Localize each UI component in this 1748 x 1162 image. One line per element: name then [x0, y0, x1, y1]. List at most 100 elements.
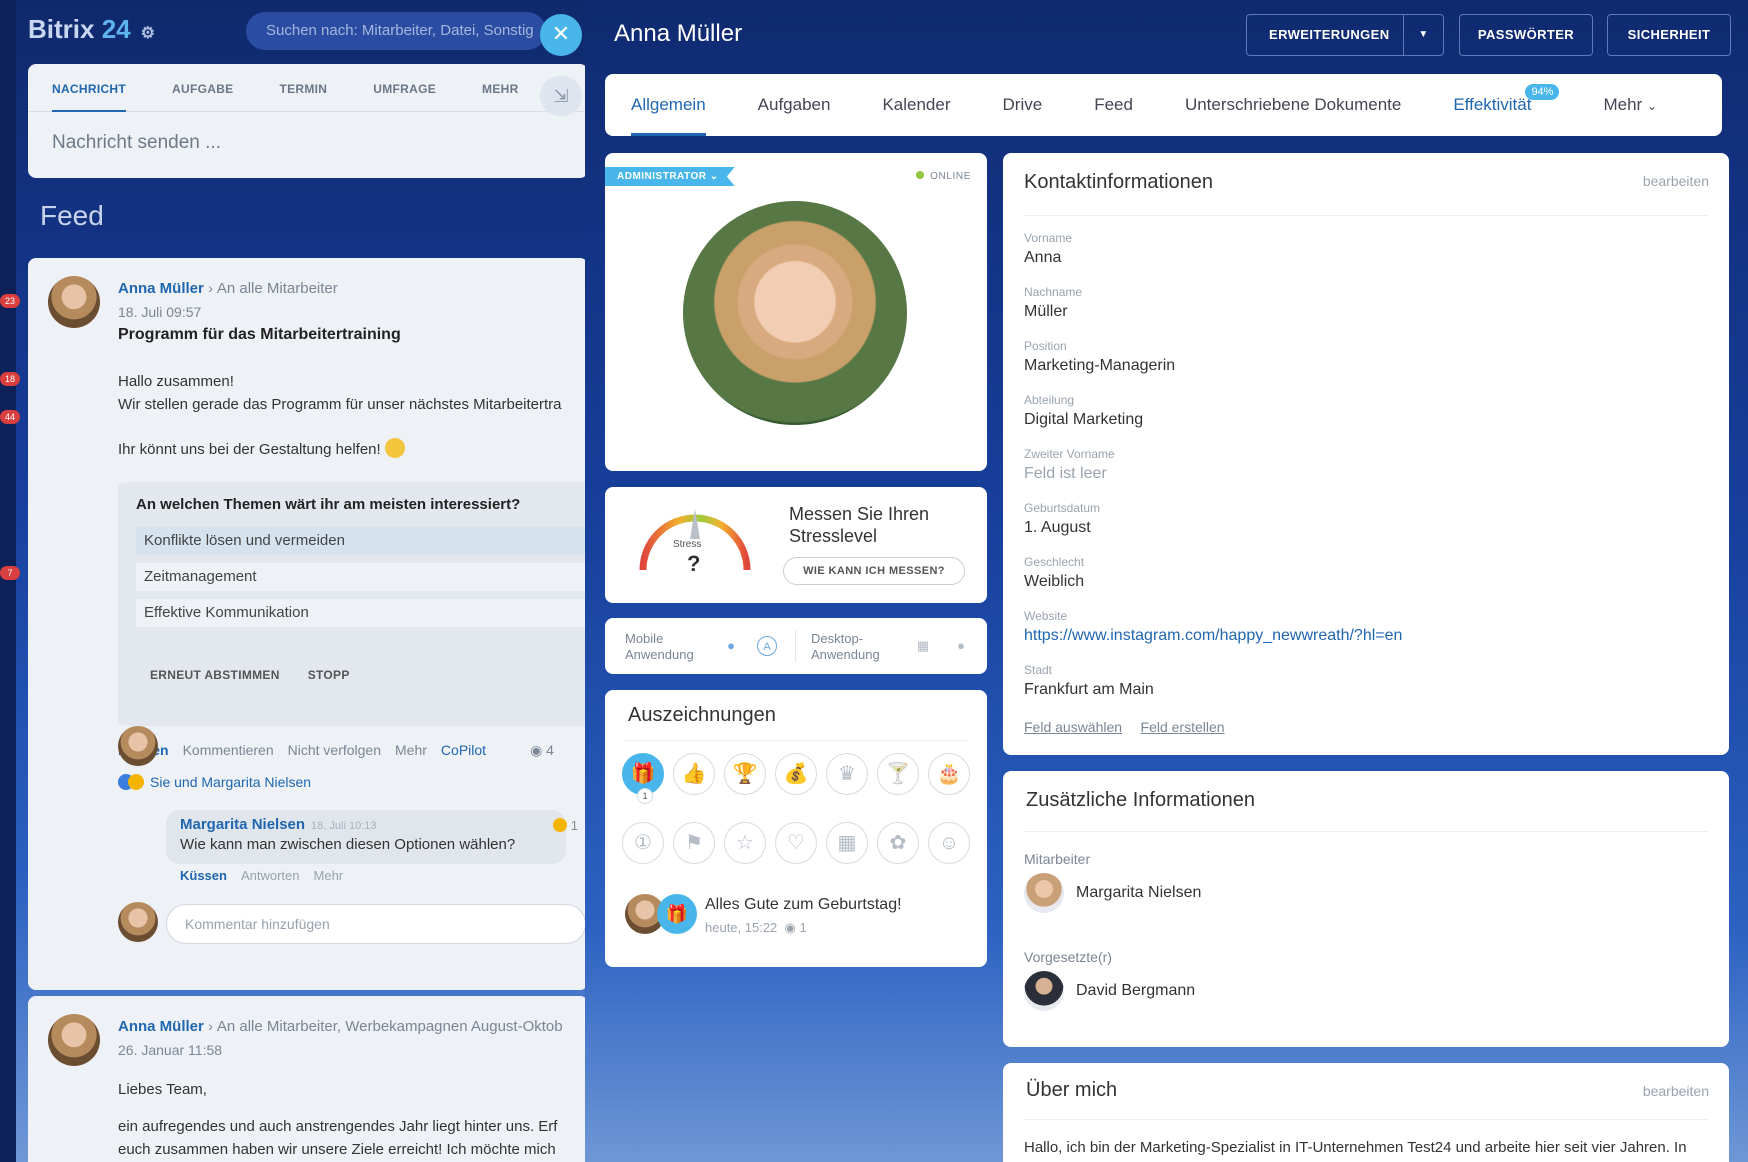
- tab-feed[interactable]: Feed: [1094, 74, 1133, 136]
- counter-badge[interactable]: 23: [0, 294, 20, 308]
- collapse-button[interactable]: ⇲: [540, 76, 582, 116]
- flag-icon[interactable]: ⚑: [673, 822, 715, 864]
- post-line: euch zusammen haben wir unsere Ziele err…: [118, 1141, 556, 1158]
- poll-option[interactable]: Konflikte lösen und vermeiden: [136, 527, 588, 555]
- passwords-button[interactable]: PASSWÖRTER: [1459, 14, 1593, 56]
- settings-icon[interactable]: ⚙: [141, 25, 155, 42]
- calendar-icon[interactable]: ▦: [826, 822, 868, 864]
- tab-signed-documents[interactable]: Unterschriebene Dokumente: [1185, 74, 1401, 136]
- poll-option[interactable]: Effektive Kommunikation: [136, 599, 588, 627]
- windows-icon[interactable]: ▦: [913, 636, 933, 656]
- profile-photo[interactable]: [683, 201, 907, 425]
- comment-reactions[interactable]: 1: [553, 818, 578, 833]
- unfollow-button[interactable]: Nicht verfolgen: [288, 742, 381, 759]
- extensions-button[interactable]: ERWEITERUNGEN ▼: [1246, 14, 1444, 56]
- message-input[interactable]: Nachricht senden ...: [28, 112, 588, 174]
- stop-poll-button[interactable]: STOPP: [308, 668, 350, 682]
- post-date[interactable]: 18. Juli 09:57: [118, 304, 201, 320]
- composer-tab-message[interactable]: NACHRICHT: [52, 82, 127, 112]
- tab-general[interactable]: Allgemein: [631, 74, 706, 136]
- composer-tab-more[interactable]: MEHR: [482, 82, 519, 111]
- composer-tab-event[interactable]: TERMIN: [279, 82, 327, 111]
- app-logo[interactable]: Bitrix 24 ⚙: [28, 14, 155, 45]
- post-text: Hallo zusammen! Wir stellen gerade das P…: [118, 370, 562, 461]
- post-author[interactable]: Anna Müller: [118, 1018, 204, 1035]
- field-value: Frankfurt am Main: [1024, 681, 1154, 698]
- awards-title: Auszeichnungen: [628, 704, 776, 726]
- composer-tab-task[interactable]: AUFGABE: [172, 82, 233, 111]
- money-bag-icon[interactable]: 💰: [775, 753, 817, 795]
- comment-date[interactable]: 18. Juli 10:13: [311, 820, 376, 832]
- tab-tasks[interactable]: Aufgaben: [758, 74, 831, 136]
- field-label: Geschlecht: [1024, 555, 1085, 569]
- more-button[interactable]: Mehr: [395, 742, 427, 759]
- post-text: Liebes Team, ein aufregendes und auch an…: [118, 1078, 557, 1161]
- avatar[interactable]: [118, 726, 158, 766]
- smile-icon[interactable]: ☺: [928, 822, 970, 864]
- edit-contact-link[interactable]: bearbeiten: [1643, 173, 1709, 189]
- star-icon[interactable]: ☆: [724, 822, 766, 864]
- tab-calendar[interactable]: Kalender: [882, 74, 950, 136]
- poll-option[interactable]: Zeitmanagement: [136, 563, 588, 591]
- cake-icon[interactable]: 🎂: [928, 753, 970, 795]
- comment-more-button[interactable]: Mehr: [314, 868, 344, 883]
- tab-more[interactable]: Mehr ⌄: [1603, 74, 1657, 136]
- security-button[interactable]: SICHERHEIT: [1607, 14, 1731, 56]
- app-store-icon[interactable]: A: [757, 636, 777, 656]
- tab-more-label: Mehr: [1603, 95, 1643, 114]
- employee-name: Margarita Nielsen: [1076, 884, 1202, 901]
- website-link[interactable]: https://www.instagram.com/happy_newwreat…: [1024, 627, 1402, 645]
- heart-icon[interactable]: ♡: [775, 822, 817, 864]
- cocktail-icon[interactable]: 🍸: [877, 753, 919, 795]
- how-to-measure-button[interactable]: WIE KANN ICH MESSEN?: [783, 557, 965, 585]
- likes-summary[interactable]: Sie und Margarita Nielsen: [118, 774, 311, 790]
- field-gender: Geschlecht Weiblich: [1024, 555, 1402, 609]
- avatar[interactable]: [48, 276, 100, 328]
- employee-item[interactable]: Margarita Nielsen: [1024, 873, 1201, 913]
- post-recipients[interactable]: An alle Mitarbeiter, Werbekampagnen Augu…: [217, 1018, 563, 1035]
- post-line: ein aufregendes und auch anstrengendes J…: [118, 1118, 558, 1135]
- field-value: Digital Marketing: [1024, 411, 1144, 428]
- chevron-down-icon[interactable]: ▼: [1403, 15, 1443, 55]
- edit-about-link[interactable]: bearbeiten: [1643, 1083, 1709, 1099]
- contact-title: Kontaktinformationen: [1024, 171, 1214, 193]
- tab-drive[interactable]: Drive: [1003, 74, 1043, 136]
- award-text[interactable]: Alles Gute zum Geburtstag!: [705, 896, 902, 914]
- post-date[interactable]: 26. Januar 11:58: [118, 1042, 222, 1058]
- search-input[interactable]: Suchen nach: Mitarbeiter, Datei, Sonstig: [246, 12, 546, 50]
- stress-value: ?: [687, 551, 701, 576]
- reply-button[interactable]: Antworten: [241, 868, 300, 883]
- comment-kiss-button[interactable]: Küssen: [180, 868, 227, 883]
- number-one-icon[interactable]: ①: [622, 822, 664, 864]
- revote-button[interactable]: ERNEUT ABSTIMMEN: [150, 668, 280, 682]
- post-author[interactable]: Anna Müller: [118, 280, 204, 297]
- desktop-app-label: Desktop-Anwendung: [811, 631, 880, 662]
- composer-tab-poll[interactable]: UMFRAGE: [373, 82, 436, 111]
- counter-badge[interactable]: 7: [0, 566, 20, 580]
- comment-author[interactable]: Margarita Nielsen: [180, 816, 305, 833]
- gift-icon[interactable]: 🎁 1: [622, 753, 664, 804]
- flower-icon[interactable]: ✿: [877, 822, 919, 864]
- android-icon[interactable]: ●: [721, 636, 741, 656]
- avatar: [1024, 971, 1064, 1011]
- thumbs-up-icon[interactable]: 👍: [673, 753, 715, 795]
- tab-effectiveness[interactable]: Effektivität 94%: [1453, 74, 1560, 136]
- counter-badge[interactable]: 44: [0, 410, 20, 424]
- trophy-icon[interactable]: 🏆: [724, 753, 766, 795]
- post-recipients[interactable]: An alle Mitarbeiter: [217, 280, 338, 297]
- copilot-button[interactable]: CoPilot: [441, 742, 486, 759]
- stress-title: Messen Sie Ihren Stresslevel: [789, 504, 930, 546]
- comment-button[interactable]: Kommentieren: [183, 742, 274, 759]
- crown-icon[interactable]: ♛: [826, 753, 868, 795]
- counter-badge[interactable]: 18: [0, 372, 20, 386]
- select-field-link[interactable]: Feld auswählen: [1024, 719, 1122, 735]
- role-badge[interactable]: ADMINISTRATOR ⌄: [605, 167, 735, 186]
- avatar[interactable]: [48, 1014, 100, 1066]
- apple-icon[interactable]: ●: [951, 636, 971, 656]
- supervisor-item[interactable]: David Bergmann: [1024, 971, 1195, 1011]
- stress-card: Stress ? Messen Sie Ihren Stresslevel WI…: [605, 487, 987, 603]
- field-department: Abteilung Digital Marketing: [1024, 393, 1402, 447]
- close-slider-button[interactable]: ✕: [540, 14, 582, 56]
- create-field-link[interactable]: Feld erstellen: [1141, 719, 1225, 735]
- add-comment-input[interactable]: Kommentar hinzufügen: [166, 904, 586, 944]
